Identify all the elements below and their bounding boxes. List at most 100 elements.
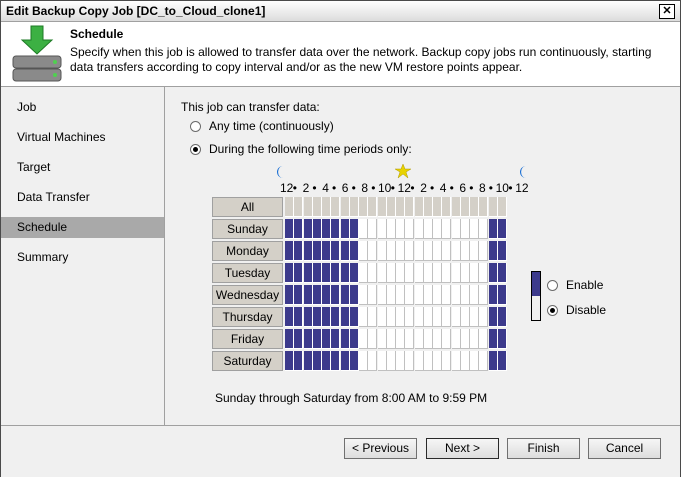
schedule-cell[interactable] (433, 307, 442, 327)
schedule-cell[interactable] (423, 285, 433, 305)
step-schedule[interactable]: Schedule (1, 217, 164, 238)
schedule-cell[interactable] (322, 307, 331, 327)
enable-radio[interactable] (547, 279, 558, 291)
schedule-cell[interactable] (423, 351, 433, 371)
schedule-cell[interactable] (377, 307, 387, 327)
schedule-cell[interactable] (460, 351, 470, 371)
schedule-cell[interactable] (405, 351, 415, 371)
schedule-cell[interactable] (285, 307, 294, 327)
schedule-cell[interactable] (451, 219, 461, 239)
schedule-cell[interactable] (470, 263, 479, 283)
schedule-cell[interactable] (359, 263, 368, 283)
schedule-cell[interactable] (294, 351, 304, 371)
schedule-cell[interactable] (312, 307, 322, 327)
schedule-cell[interactable] (479, 263, 489, 283)
schedule-cell[interactable] (460, 329, 470, 349)
schedule-cell[interactable] (349, 329, 359, 349)
schedule-cell[interactable] (497, 307, 507, 327)
schedule-cell[interactable] (349, 307, 359, 327)
disable-radio[interactable] (547, 304, 558, 316)
schedule-cell[interactable] (405, 219, 415, 239)
schedule-cell[interactable] (386, 219, 396, 239)
schedule-cell[interactable] (340, 351, 350, 371)
schedule-cell[interactable] (285, 285, 294, 305)
step-job[interactable]: Job (1, 97, 164, 118)
schedule-cell[interactable] (433, 329, 442, 349)
schedule-cell[interactable] (294, 219, 304, 239)
schedule-cell[interactable] (340, 241, 350, 261)
schedule-cell[interactable] (340, 307, 350, 327)
schedule-cell[interactable] (359, 307, 368, 327)
all-row-selector[interactable]: All (212, 197, 283, 217)
schedule-cell[interactable] (396, 241, 405, 261)
hour-column-selector[interactable] (331, 197, 341, 217)
schedule-cell[interactable] (479, 307, 489, 327)
schedule-cell[interactable] (303, 307, 313, 327)
schedule-cell[interactable] (479, 285, 489, 305)
schedule-cell[interactable] (331, 329, 341, 349)
schedule-cell[interactable] (497, 351, 507, 371)
day-row-selector-wednesday[interactable]: Wednesday (212, 285, 283, 305)
any-time-radio[interactable] (190, 120, 201, 132)
schedule-cell[interactable] (414, 285, 424, 305)
schedule-cell[interactable] (377, 329, 387, 349)
schedule-cell[interactable] (497, 241, 507, 261)
schedule-cell[interactable] (312, 351, 322, 371)
schedule-cell[interactable] (414, 307, 424, 327)
schedule-cell[interactable] (488, 307, 498, 327)
schedule-cell[interactable] (377, 241, 387, 261)
hour-column-selector[interactable] (396, 197, 405, 217)
schedule-cell[interactable] (359, 285, 368, 305)
schedule-cell[interactable] (322, 263, 331, 283)
day-row-selector-saturday[interactable]: Saturday (212, 351, 283, 371)
hour-column-selector[interactable] (433, 197, 442, 217)
schedule-cell[interactable] (322, 219, 331, 239)
schedule-cell[interactable] (423, 263, 433, 283)
cancel-button[interactable]: Cancel (588, 438, 661, 459)
schedule-cell[interactable] (497, 329, 507, 349)
schedule-cell[interactable] (340, 219, 350, 239)
hour-column-selector[interactable] (294, 197, 304, 217)
schedule-cell[interactable] (405, 285, 415, 305)
step-summary[interactable]: Summary (1, 247, 164, 268)
schedule-cell[interactable] (433, 351, 442, 371)
schedule-cell[interactable] (470, 219, 479, 239)
schedule-cell[interactable] (331, 241, 341, 261)
schedule-cell[interactable] (386, 307, 396, 327)
schedule-cell[interactable] (312, 263, 322, 283)
schedule-cell[interactable] (294, 285, 304, 305)
schedule-cell[interactable] (396, 219, 405, 239)
schedule-cell[interactable] (349, 351, 359, 371)
day-row-selector-sunday[interactable]: Sunday (212, 219, 283, 239)
schedule-cell[interactable] (442, 329, 452, 349)
disable-option[interactable]: Disable (547, 303, 606, 317)
schedule-cell[interactable] (488, 219, 498, 239)
hour-column-selector[interactable] (349, 197, 359, 217)
schedule-cell[interactable] (451, 329, 461, 349)
schedule-cell[interactable] (377, 263, 387, 283)
day-row-selector-thursday[interactable]: Thursday (212, 307, 283, 327)
schedule-cell[interactable] (479, 241, 489, 261)
schedule-cell[interactable] (349, 219, 359, 239)
schedule-cell[interactable] (479, 219, 489, 239)
hour-column-selector[interactable] (285, 197, 294, 217)
hour-column-selector[interactable] (322, 197, 331, 217)
schedule-cell[interactable] (470, 351, 479, 371)
schedule-cell[interactable] (451, 351, 461, 371)
schedule-cell[interactable] (285, 241, 294, 261)
any-time-option[interactable]: Any time (continuously) (190, 119, 334, 133)
schedule-cell[interactable] (386, 285, 396, 305)
schedule-cell[interactable] (377, 285, 387, 305)
enable-option[interactable]: Enable (547, 278, 603, 292)
day-row-selector-monday[interactable]: Monday (212, 241, 283, 261)
schedule-cell[interactable] (414, 351, 424, 371)
schedule-cell[interactable] (414, 329, 424, 349)
schedule-cell[interactable] (285, 329, 294, 349)
schedule-cell[interactable] (423, 307, 433, 327)
schedule-cell[interactable] (322, 241, 331, 261)
schedule-cell[interactable] (470, 329, 479, 349)
schedule-cell[interactable] (423, 241, 433, 261)
schedule-cell[interactable] (303, 219, 313, 239)
schedule-cell[interactable] (368, 219, 378, 239)
schedule-cell[interactable] (285, 263, 294, 283)
